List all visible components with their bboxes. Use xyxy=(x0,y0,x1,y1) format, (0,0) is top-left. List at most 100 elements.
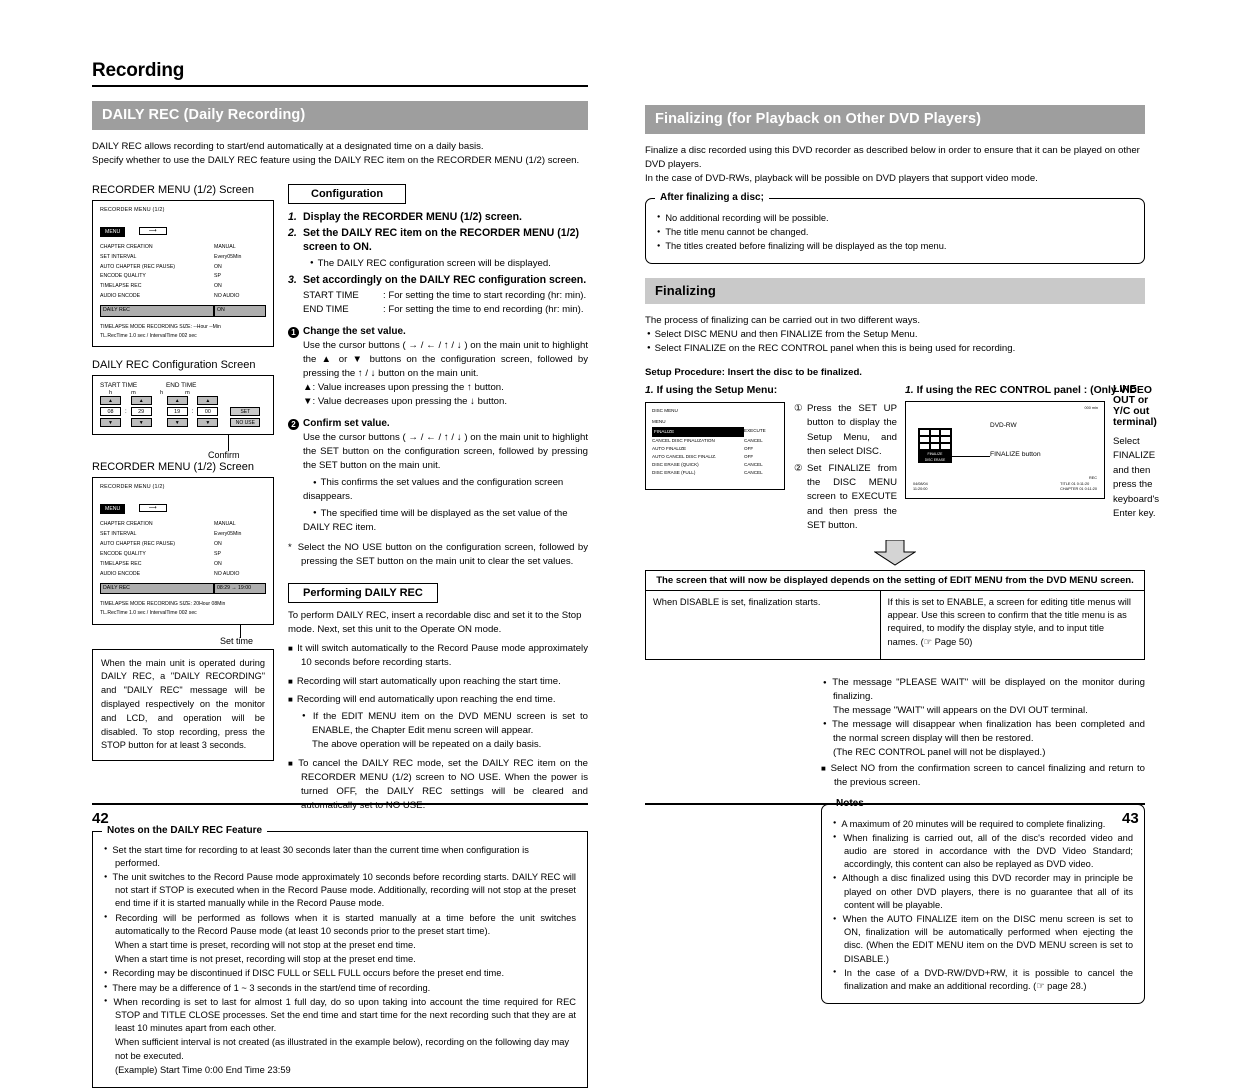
menu-row-daily-rec[interactable]: DAILY REC 08:29 → 19:00 xyxy=(100,582,266,595)
start-hour-down-button[interactable]: ▼ xyxy=(100,418,121,428)
menu-chip[interactable]: MENU xyxy=(100,226,126,237)
menu-row-label: CHAPTER CREATION xyxy=(100,521,153,528)
end-hour-value[interactable]: 19 xyxy=(166,407,188,417)
start-hour-value[interactable]: 08 xyxy=(100,407,121,417)
title-divider xyxy=(92,85,588,87)
disc-menu-row[interactable]: AUTO CANCEL DISC FINALIZ. OFF xyxy=(652,453,778,461)
end-min-up-button[interactable]: ▲ xyxy=(197,396,219,406)
caption-recorder-menu-1: RECORDER MENU (1/2) Screen xyxy=(92,183,254,196)
panel-row[interactable] xyxy=(919,429,952,436)
substep-1-heading: 1 Change the set value. xyxy=(288,326,588,339)
method-setup-menu: 1. If using the Setup Menu: DISC MENU ME… xyxy=(645,385,897,536)
start-min-value[interactable]: 29 xyxy=(130,407,152,417)
method-rec-control: 1. If using the REC CONTROL panel : (Onl… xyxy=(897,384,1159,536)
note-item: A maximum of 20 minutes will be required… xyxy=(833,818,1133,831)
rec-control-panel-screen: 000 min DVD-RW FINALIZE DISC ERASE FINAL… xyxy=(905,401,1105,499)
post-bullet-2: The message will disappear when finaliza… xyxy=(821,718,1145,746)
menu-row-value: SP xyxy=(214,550,221,557)
right-page-column: Finalizing (for Playback on Other DVD Pl… xyxy=(645,60,1159,1005)
start-min-down-button[interactable]: ▼ xyxy=(130,418,152,428)
screen-footer: TIMELAPSE MODE RECORDING SIZE: --Hour --… xyxy=(100,323,266,340)
no-use-button[interactable]: NO USE xyxy=(230,418,261,428)
callout-line xyxy=(952,456,990,457)
disc-menu-label: MENU xyxy=(652,419,666,424)
disc-menu-row[interactable]: DISC ERASE (QUICK) CANCEL xyxy=(652,461,778,469)
recorder-menu-screen-1: RECORDER MENU (1/2) MENU ⟶ CHAPTER CREAT… xyxy=(92,199,274,348)
set-time-label: Set time xyxy=(220,635,254,646)
menu-chip-row: MENU ⟶ xyxy=(100,497,266,515)
menu-row-daily-rec[interactable]: DAILY REC ON xyxy=(100,305,266,317)
method-b-text: LINE OUT or Y/C out terminal) Select FIN… xyxy=(1105,384,1159,521)
end-hour-up-button[interactable]: ▲ xyxy=(166,396,188,406)
disc-erase-button[interactable]: DISC ERASE xyxy=(919,456,951,462)
menu-row-label: ENCODE QUALITY xyxy=(100,550,146,557)
step-text: Press the SET UP button to display the S… xyxy=(807,403,897,458)
menu-row-value: NO AUDIO xyxy=(214,570,240,577)
disc-menu-row[interactable]: DISC ERASE (FULL) CANCEL xyxy=(652,469,778,477)
method-b-title-2: LINE OUT or Y/C out terminal) xyxy=(1113,384,1157,428)
disc-menu-row[interactable]: AUTO FINALIZE OFF xyxy=(652,445,778,453)
menu-chip[interactable]: MENU xyxy=(100,504,126,515)
panel-row[interactable] xyxy=(919,443,952,450)
post-finalize-notes: The message "PLEASE WAIT" will be displa… xyxy=(645,676,1145,789)
disc-menu-row[interactable]: CANCEL DISC FINALIZATION CANCEL xyxy=(652,437,778,445)
note-item: In the case of a DVD-RW/DVD+RW, it is po… xyxy=(833,967,1133,993)
daily-rec-config-screen: START TIME END TIME h m h m ▲ : ▲ ▲ xyxy=(92,375,274,436)
end-hour-down-button[interactable]: ▼ xyxy=(166,418,188,428)
edit-menu-result-table: The screen that will now be displayed de… xyxy=(645,569,1145,661)
performing-sub-bullet: ● If the EDIT MENU item on the DVD MENU … xyxy=(302,711,589,737)
footer-line-1: TIMELAPSE MODE RECORDING SIZE: 20Hour 08… xyxy=(100,601,226,608)
page-number-left: 42 xyxy=(92,810,109,827)
arrow-right-icon[interactable]: ⟶ xyxy=(138,504,167,513)
screen-title: RECORDER MENU (1/2) xyxy=(100,206,165,213)
panel-row[interactable] xyxy=(919,436,952,443)
methods-row: 1. If using the Setup Menu: DISC MENU ME… xyxy=(645,384,1159,536)
config-down-arrows: ▼ : ▼ ▼ : ▼ NO USE xyxy=(100,418,266,428)
callout-line xyxy=(228,435,229,452)
daily-rec-notes-box: Notes on the DAILY REC Feature Set the s… xyxy=(92,824,588,1088)
page-title: Recording xyxy=(92,60,185,81)
menu-row: CHAPTER CREATION MANUAL xyxy=(100,520,266,530)
notes-legend: Notes on the DAILY REC Feature xyxy=(102,824,268,836)
method-a-title: If using the Setup Menu: xyxy=(656,385,778,396)
performing-heading-wrap: Performing DAILY REC xyxy=(288,582,588,609)
table-header: The screen that will now be displayed de… xyxy=(645,570,1145,591)
set-time-callout: Set time xyxy=(92,624,274,649)
menu-row-value: ON xyxy=(214,283,222,290)
menu-row: AUTO CHAPTER (REC PAUSE) ON xyxy=(100,540,266,550)
note-item: Set the start time for recording to at l… xyxy=(104,844,576,870)
start-hour-up-button[interactable]: ▲ xyxy=(100,396,121,406)
disc-type-label: DVD-RW xyxy=(990,422,1017,429)
finalizing-intro: Finalize a disc recorded using this DVD … xyxy=(645,144,1145,186)
menu-row-value: ON xyxy=(214,541,222,547)
set-button[interactable]: SET xyxy=(230,407,261,417)
start-colon: : xyxy=(125,408,127,415)
menu-row-value: NO AUDIO xyxy=(214,293,240,300)
config-value-row: 08 : 29 19 : 00 SET xyxy=(100,407,266,417)
process-bullet-1: Select DISC MENU and then FINALIZE from … xyxy=(645,328,1145,342)
step-3: 3. Set accordingly on the DAILY REC conf… xyxy=(288,273,588,287)
after-finalizing-item: The titles created before finalizing wil… xyxy=(657,240,1133,253)
screen-mockups-column: RECORDER MENU (1/2) Screen RECORDER MENU… xyxy=(92,184,274,813)
configuration-heading-wrap: Configuration xyxy=(288,183,588,210)
table-header-row: The screen that will now be displayed de… xyxy=(645,570,1145,591)
daily-rec-label: DAILY REC xyxy=(100,582,214,595)
note-item-cont: (Example) Start Time 0:00 End Time 23:59 xyxy=(115,1064,291,1075)
daily-rec-intro: DAILY REC allows recording to start/end … xyxy=(92,140,588,168)
method-b-body: 000 min DVD-RW FINALIZE DISC ERASE FINAL… xyxy=(905,384,1159,521)
performing-item-1: It will switch automatically to the Reco… xyxy=(288,642,588,670)
start-time-key: START TIME xyxy=(303,290,359,302)
confirm-label: Confirm xyxy=(208,450,240,461)
row-label: CANCEL DISC FINALIZATION xyxy=(652,438,715,444)
note-item: When the AUTO FINALIZE item on the DISC … xyxy=(833,913,1133,966)
menu-row: ENCODE QUALITY SP xyxy=(100,272,266,282)
after-finalizing-item: No additional recording will be possible… xyxy=(657,212,1133,225)
end-time-key: END TIME xyxy=(303,304,349,316)
arrow-right-icon[interactable]: ⟶ xyxy=(138,226,167,235)
end-min-down-button[interactable]: ▼ xyxy=(197,418,219,428)
start-min-up-button[interactable]: ▲ xyxy=(130,396,152,406)
disc-menu-row-finalize[interactable]: FINALIZE EXECUTE xyxy=(652,427,778,438)
note-item: Recording may be discontinued if DISC FU… xyxy=(104,967,576,980)
menu-row-label: SET INTERVAL xyxy=(100,531,137,538)
end-min-value[interactable]: 00 xyxy=(197,407,219,417)
